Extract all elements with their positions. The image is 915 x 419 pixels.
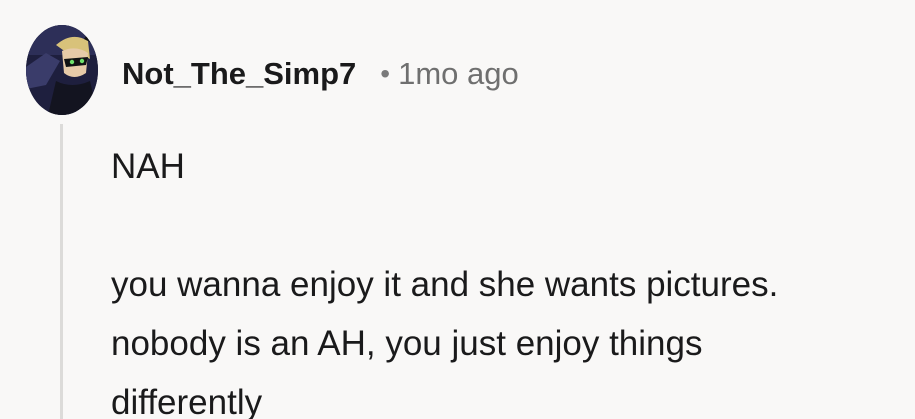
comment-line: you wanna enjoy it and she wants picture… xyxy=(111,265,779,304)
thread-line[interactable] xyxy=(60,124,63,419)
avatar-icon xyxy=(26,25,98,115)
comment-header: Not_The_Simp7 • 1mo ago xyxy=(122,56,519,92)
timestamp[interactable]: 1mo ago xyxy=(398,56,519,92)
meta-separator: • xyxy=(380,58,391,89)
comment-card: Not_The_Simp7 • 1mo ago NAH you wanna en… xyxy=(0,0,915,419)
user-avatar[interactable] xyxy=(26,25,98,115)
comment-line: differently xyxy=(111,383,263,419)
comment-line: nobody is an AH, you just enjoy things xyxy=(111,324,703,363)
username-link[interactable]: Not_The_Simp7 xyxy=(122,56,356,92)
comment-line: NAH xyxy=(111,147,185,186)
comment-body: NAH you wanna enjoy it and she wants pic… xyxy=(111,137,911,419)
